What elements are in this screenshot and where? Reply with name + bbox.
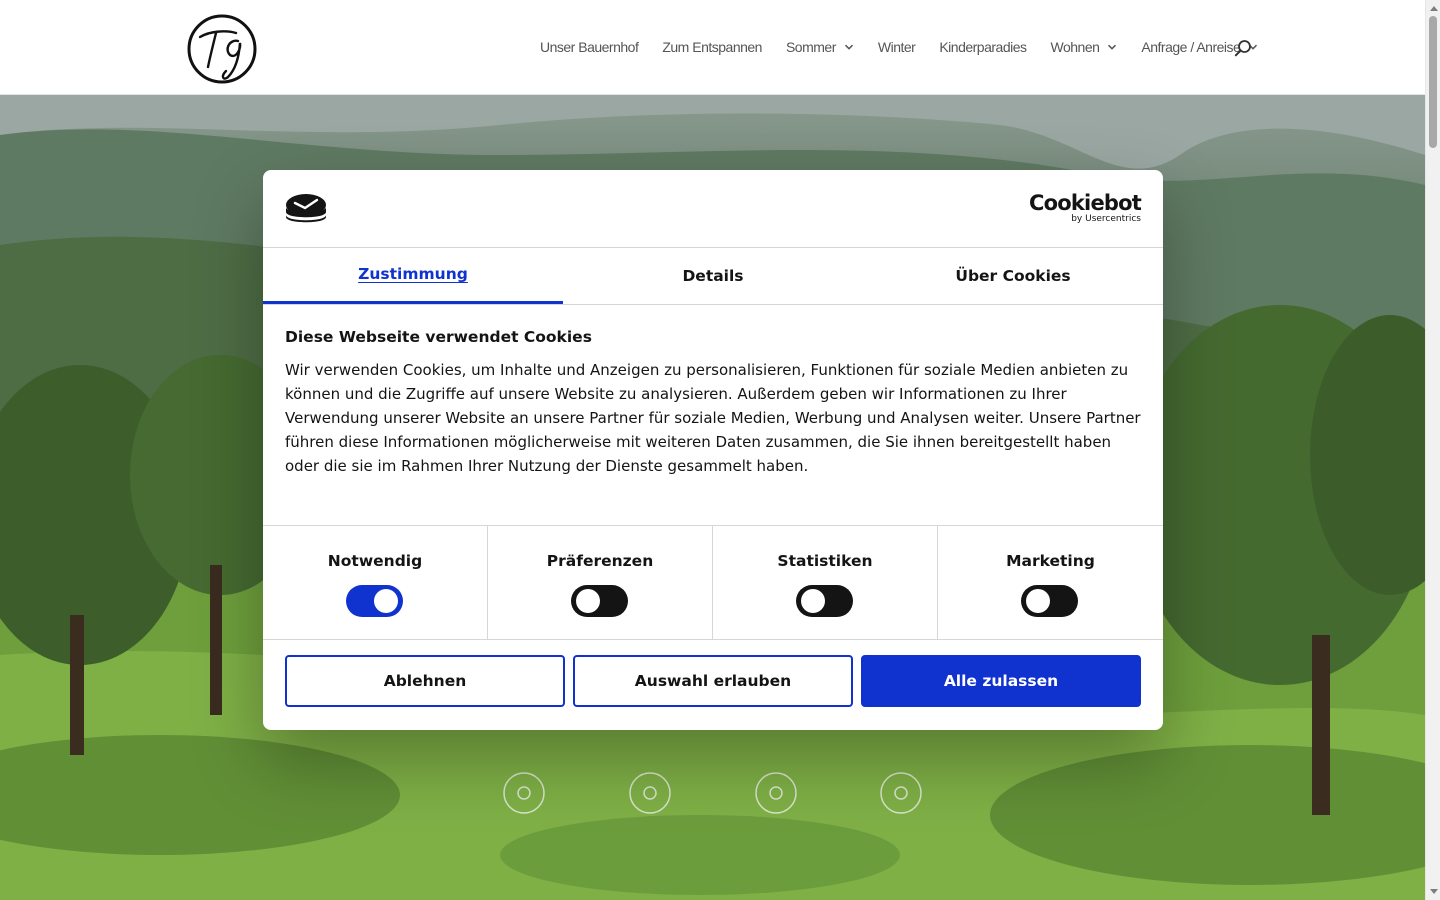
toggle-notwendig[interactable] (346, 585, 403, 617)
cookiebot-brand-sub: by Usercentrics (1071, 214, 1141, 224)
allow-all-button[interactable]: Alle zulassen (861, 655, 1141, 707)
dialog-body: Diese Webseite verwendet Cookies Wir ver… (285, 328, 1141, 478)
category-statistiken: Statistiken (713, 526, 938, 639)
chevron-down-icon (844, 44, 853, 50)
dialog-tabs: Zustimmung Details Über Cookies (263, 247, 1163, 305)
nav-item-zum-entspannen[interactable]: Zum Entspannen (662, 39, 762, 55)
dialog-description: Wir verwenden Cookies, um Inhalte und An… (285, 361, 1141, 475)
toggle-knob (1026, 589, 1050, 613)
toggle-praeferenzen[interactable] (571, 585, 628, 617)
category-notwendig: Notwendig (263, 526, 488, 639)
toggle-knob (374, 589, 398, 613)
nav-item-unser-bauernhof[interactable]: Unser Bauernhof (540, 39, 639, 55)
category-marketing: Marketing (938, 526, 1163, 639)
consent-categories: Notwendig Präferenzen Statistiken Market… (263, 525, 1163, 640)
cookiebot-logo[interactable]: Cookiebot by Usercentrics (1029, 191, 1142, 225)
cookie-logo-icon (286, 194, 326, 223)
nav-item-sommer[interactable]: Sommer (786, 39, 854, 55)
reject-button[interactable]: Ablehnen (285, 655, 565, 707)
main-nav: Unser Bauernhof Zum Entspannen Sommer Wi… (540, 0, 1282, 94)
nav-item-kinderparadies[interactable]: Kinderparadies (939, 39, 1027, 55)
category-praeferenzen: Präferenzen (488, 526, 713, 639)
dialog-title: Diese Webseite verwendet Cookies (285, 328, 592, 346)
dialog-actions: Ablehnen Auswahl erlauben Alle zulassen (285, 655, 1141, 707)
nav-label: Winter (877, 39, 916, 55)
site-header: Unser Bauernhof Zum Entspannen Sommer Wi… (0, 0, 1425, 95)
nav-label: Anfrage / Anreise (1141, 39, 1241, 55)
chevron-down-icon (1108, 44, 1117, 50)
scroll-down-arrow-icon[interactable] (1430, 889, 1438, 894)
nav-item-winter[interactable]: Winter (877, 39, 916, 55)
category-label: Notwendig (327, 552, 423, 570)
toggle-knob (576, 589, 600, 613)
nav-item-wohnen[interactable]: Wohnen (1051, 39, 1118, 55)
toggle-statistiken[interactable] (796, 585, 853, 617)
search-icon[interactable] (1234, 39, 1252, 57)
nav-label: Sommer (785, 39, 836, 55)
tab-ueber-cookies[interactable]: Über Cookies (863, 247, 1163, 304)
tab-zustimmung[interactable]: Zustimmung (263, 247, 563, 304)
nav-label: Unser Bauernhof (540, 39, 639, 55)
toggle-knob (801, 589, 825, 613)
category-label: Statistiken (777, 552, 873, 570)
allow-selection-button[interactable]: Auswahl erlauben (573, 655, 853, 707)
category-label: Präferenzen (546, 552, 654, 570)
cookie-consent-dialog: Cookiebot by Usercentrics Zustimmung Det… (263, 170, 1163, 730)
tab-details[interactable]: Details (563, 247, 863, 304)
toggle-marketing[interactable] (1021, 585, 1078, 617)
scroll-thumb[interactable] (1429, 16, 1437, 148)
cookiebot-brand-name: Cookiebot (1029, 191, 1142, 215)
nav-label: Zum Entspannen (662, 39, 762, 55)
dialog-header: Cookiebot by Usercentrics (263, 170, 1163, 248)
scroll-up-arrow-icon[interactable] (1430, 6, 1438, 11)
logo-tg-icon[interactable] (186, 11, 258, 87)
nav-label: Kinderparadies (939, 39, 1027, 55)
page-scrollbar[interactable] (1425, 0, 1440, 900)
nav-label: Wohnen (1050, 39, 1100, 55)
category-label: Marketing (1006, 552, 1095, 570)
